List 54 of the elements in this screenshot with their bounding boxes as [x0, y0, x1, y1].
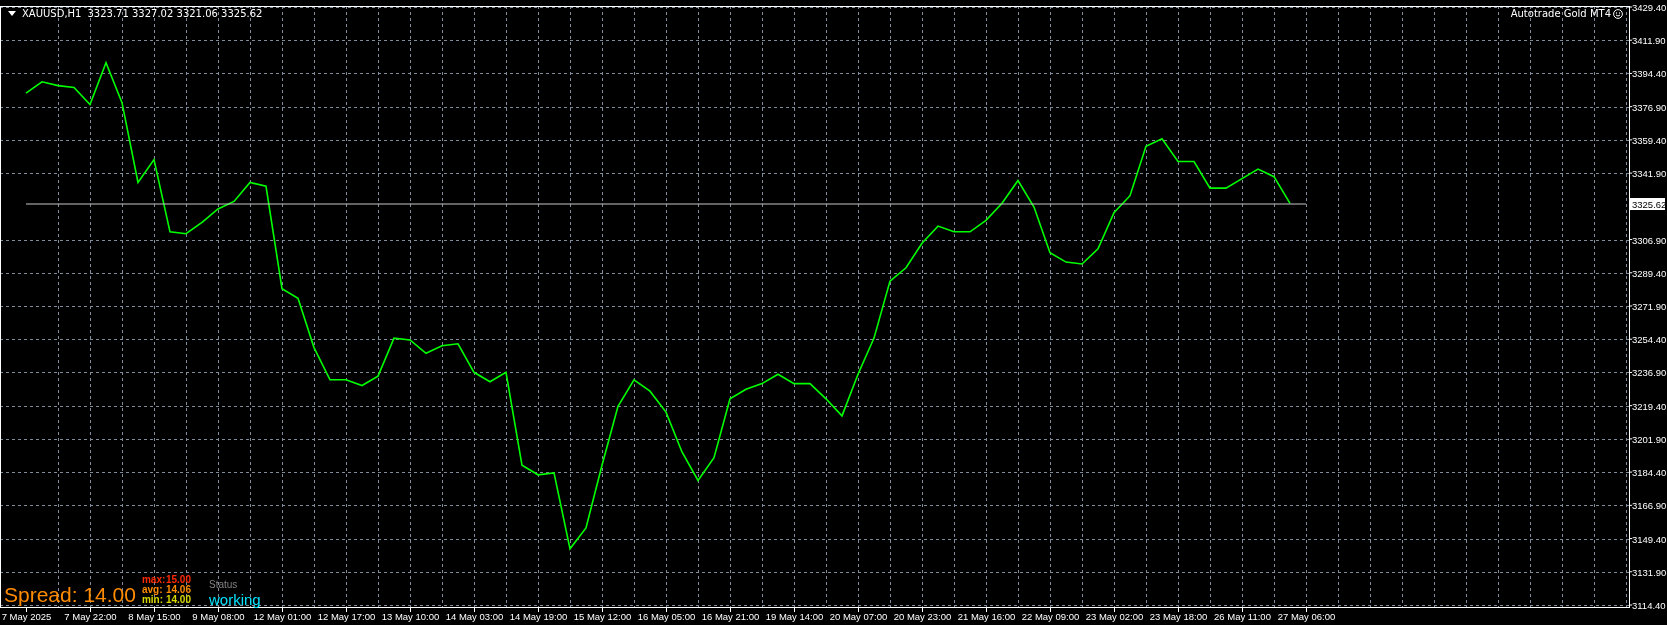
stat-value: 14.06 — [165, 585, 191, 595]
axis-label: 12 May 17:00 — [317, 611, 376, 622]
axis-label: 3219.40 — [1632, 400, 1667, 412]
axis-label: 3271.90 — [1632, 301, 1667, 312]
smiley-icon — [1613, 8, 1623, 19]
axis-label: 15 May 12:00 — [573, 611, 632, 622]
axis-label: 7 May 2025 — [1, 611, 52, 622]
status-value: working — [208, 592, 261, 607]
axis-label: 3429.40 — [1632, 2, 1667, 13]
axis-label: 3306.90 — [1632, 234, 1667, 246]
axis-label: 14 May 19:00 — [509, 611, 568, 622]
axis-label: 22 May 09:00 — [1021, 611, 1080, 622]
axis-label: 8 May 15:00 — [128, 611, 181, 622]
axis-label: 3411.90 — [1632, 35, 1666, 47]
stat-value: 14.00 — [165, 595, 191, 605]
ohlc-values: 3323.71 3327.02 3321.06 3325.62 — [87, 7, 263, 21]
axis-label: 16 May 05:00 — [637, 611, 696, 622]
spread-value: Spread: 14.00 — [4, 584, 136, 605]
stat-label: min: — [141, 595, 165, 605]
axis-label: 3114.40 — [1632, 600, 1666, 611]
axis-label: 3341.90 — [1632, 168, 1667, 180]
axis-label: 16 May 21:00 — [701, 611, 760, 622]
axis-label: 9 May 08:00 — [192, 611, 245, 622]
expert-name: Autotrade Gold MT4 — [1510, 7, 1611, 21]
axis-label: 19 May 14:00 — [765, 611, 824, 622]
axis-label: 7 May 22:00 — [64, 611, 117, 622]
axis-label: 3201.90 — [1632, 433, 1667, 445]
stat-value: 15.00 — [165, 575, 191, 585]
axis-label: 26 May 11:00 — [1214, 611, 1271, 622]
axis-label: 23 May 18:00 — [1149, 611, 1208, 622]
axis-label: 3149.40 — [1632, 533, 1667, 545]
axis-label: 3359.40 — [1632, 134, 1667, 146]
axis-label: 20 May 07:00 — [829, 611, 888, 622]
axis-label: 3236.90 — [1632, 367, 1667, 379]
axis-label: 3376.90 — [1632, 101, 1667, 113]
axis-label: 3289.40 — [1632, 267, 1667, 279]
axis-label: 3254.40 — [1632, 334, 1667, 346]
axis-label: 23 May 02:00 — [1085, 611, 1144, 622]
stat-label: avg: — [141, 585, 164, 595]
caret-icon[interactable] — [8, 11, 16, 16]
axis-label: 3166.90 — [1632, 500, 1667, 512]
status-label: Status — [208, 578, 239, 592]
axis-label: 13 May 10:00 — [381, 611, 440, 622]
axis-label: 3394.40 — [1632, 68, 1667, 80]
axis-label: 3184.40 — [1632, 467, 1667, 479]
axis-label: 12 May 01:00 — [253, 611, 312, 622]
chart-symbol: XAUUSD,H1 — [22, 7, 82, 21]
axis-label: 21 May 16:00 — [957, 611, 1016, 622]
axis-label: 3131.90 — [1632, 566, 1667, 578]
current-price-tag: 3325.62 — [1630, 198, 1667, 210]
axis-label: 20 May 23:00 — [893, 611, 952, 622]
stat-label: max: — [141, 575, 166, 585]
axis-label: 27 May 06:00 — [1277, 611, 1336, 622]
axis-label: 14 May 03:00 — [445, 611, 504, 622]
